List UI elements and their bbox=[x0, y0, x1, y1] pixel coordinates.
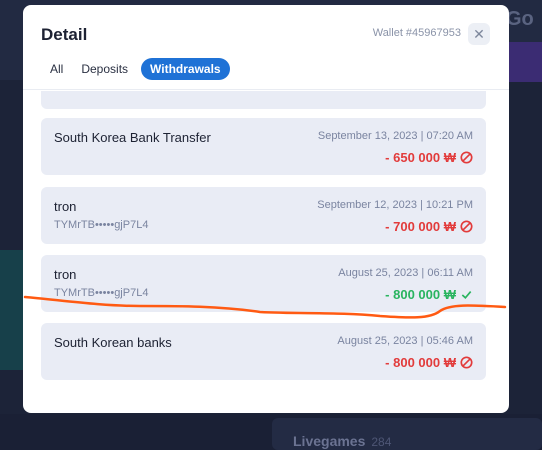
background-go-text: Go bbox=[506, 8, 534, 30]
tabs-divider bbox=[23, 89, 509, 90]
transaction-date: August 25, 2023 | 06:11 AM bbox=[338, 267, 473, 279]
transaction-amount: - 700 000 ₩ bbox=[385, 219, 473, 234]
transaction-date: September 13, 2023 | 07:20 AM bbox=[317, 130, 473, 142]
transaction-item[interactable]: tron TYMrTB•••••gjP7L4 August 25, 2023 |… bbox=[41, 255, 486, 312]
prohibited-icon bbox=[460, 356, 473, 369]
modal-title: Detail bbox=[41, 25, 88, 44]
transaction-method: tron bbox=[54, 199, 77, 214]
transaction-address: TYMrTB•••••gjP7L4 bbox=[54, 219, 149, 231]
transaction-method: tron bbox=[54, 267, 77, 282]
wallet-id: Wallet #45967953 bbox=[372, 27, 461, 39]
transaction-method: South Korea Bank Transfer bbox=[54, 130, 211, 145]
transaction-amount: - 650 000 ₩ bbox=[385, 150, 473, 165]
transaction-method: South Korean banks bbox=[54, 335, 172, 350]
amount-value: - 700 000 ₩ bbox=[385, 219, 456, 234]
tab-withdrawals[interactable]: Withdrawals bbox=[141, 58, 230, 80]
background-side-panel bbox=[0, 250, 24, 370]
prohibited-icon bbox=[460, 151, 473, 164]
amount-value: - 650 000 ₩ bbox=[385, 150, 456, 165]
filter-tabs: All Deposits Withdrawals bbox=[41, 58, 230, 80]
detail-modal: Detail Wallet #45967953 ✕ All Deposits W… bbox=[23, 5, 509, 413]
list-item-partial bbox=[41, 91, 486, 109]
transaction-date: September 12, 2023 | 10:21 PM bbox=[317, 199, 473, 211]
livegames-count: 284 bbox=[371, 435, 392, 449]
amount-value: - 800 000 ₩ bbox=[385, 355, 456, 370]
transaction-amount: - 800 000 ₩ bbox=[385, 355, 473, 370]
livegames-label: Livegames 284 bbox=[293, 433, 391, 449]
checkmark-icon bbox=[461, 290, 472, 299]
transaction-list[interactable]: South Korea Bank Transfer September 13, … bbox=[41, 91, 486, 391]
transaction-item[interactable]: tron TYMrTB•••••gjP7L4 September 12, 202… bbox=[41, 187, 486, 244]
livegames-title: Livegames bbox=[293, 433, 366, 449]
prohibited-icon bbox=[460, 220, 473, 233]
tab-all[interactable]: All bbox=[41, 58, 72, 80]
transaction-date: August 25, 2023 | 05:46 AM bbox=[337, 335, 473, 347]
tab-deposits[interactable]: Deposits bbox=[72, 58, 137, 80]
close-icon: ✕ bbox=[473, 26, 485, 42]
amount-value: - 800 000 ₩ bbox=[385, 287, 456, 302]
close-button[interactable]: ✕ bbox=[468, 23, 490, 45]
transaction-address: TYMrTB•••••gjP7L4 bbox=[54, 287, 149, 299]
transaction-item[interactable]: South Korea Bank Transfer September 13, … bbox=[41, 118, 486, 175]
transaction-amount: - 800 000 ₩ bbox=[385, 287, 473, 302]
transaction-item[interactable]: South Korean banks August 25, 2023 | 05:… bbox=[41, 323, 486, 380]
